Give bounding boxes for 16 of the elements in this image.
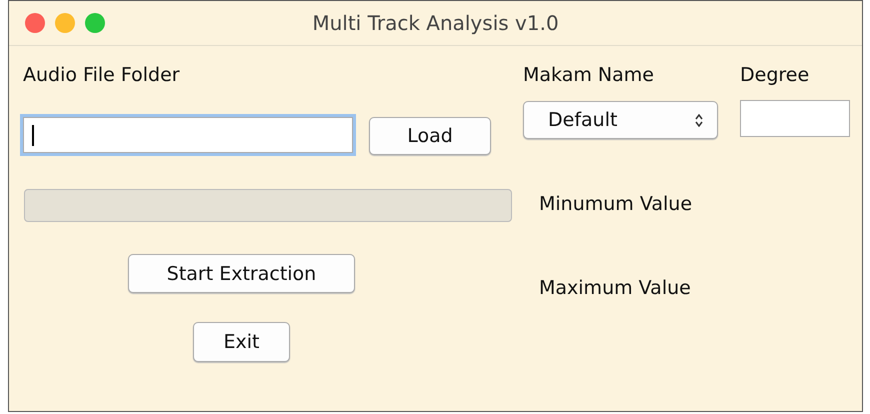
zoom-icon[interactable] <box>85 13 105 33</box>
makam-dropdown[interactable]: Default <box>523 101 718 139</box>
close-icon[interactable] <box>25 13 45 33</box>
degree-field[interactable] <box>740 100 850 137</box>
start-button[interactable]: Start Extraction <box>128 254 355 293</box>
minimize-icon[interactable] <box>55 13 75 33</box>
value-label: Minumum Value <box>539 193 694 215</box>
stepper-icon <box>695 114 703 126</box>
input-field[interactable] <box>23 117 353 153</box>
exit-button[interactable]: Exit <box>193 322 290 362</box>
window-title: Multi Track Analysis v1.0 <box>312 11 559 35</box>
load-button[interactable]: Load <box>369 117 491 155</box>
field-label: Makam Name <box>523 64 655 86</box>
field-label: Audio File Folder <box>23 64 180 86</box>
field-label: Degree <box>740 64 810 86</box>
value-label: Maximum Value <box>539 277 692 299</box>
